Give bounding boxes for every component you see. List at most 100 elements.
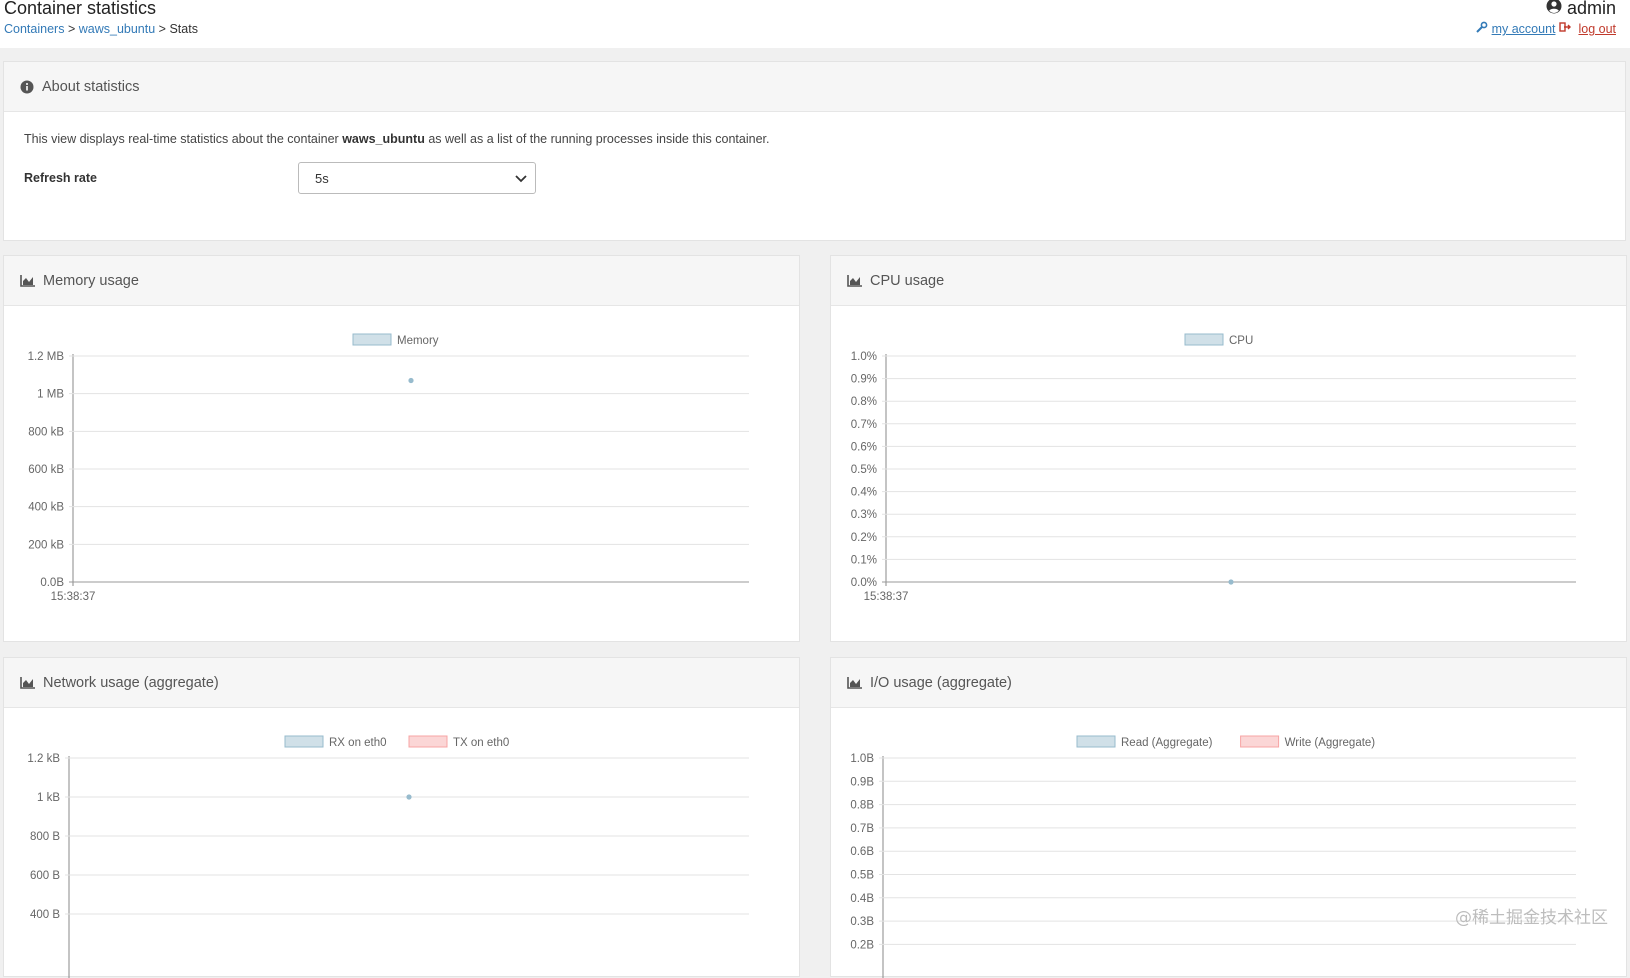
refresh-rate-label: Refresh rate [24,171,97,185]
legend-swatch [408,735,448,748]
y-tick-label: 0.7B [850,823,874,835]
description-container-name: waws_ubuntu [342,132,425,146]
y-tick-label: 600 kB [28,464,64,476]
refresh-rate-value: 5s [315,170,329,186]
legend-label: TX on eth0 [453,737,509,749]
cpu-usage-header: CPU usage [831,256,1626,306]
wrench-icon [1476,21,1491,36]
y-tick-label: 1 MB [37,389,64,401]
about-statistics-body: This view displays real-time statistics … [4,112,1625,214]
legend-label: Read (Aggregate) [1121,737,1213,749]
y-tick-label: 1.2 MB [28,351,65,363]
y-tick-label: 800 kB [28,426,64,438]
chart-legend: CPU [1184,333,1253,347]
y-tick-label: 600 B [30,870,60,882]
username-row: admin [1476,0,1616,19]
legend-label: Memory [397,335,439,347]
memory-usage-panel: Memory usage Memory 0.0B 200 kB 400 kB 600 k… [3,255,800,642]
description-text: as well as a list of the running process… [424,132,770,146]
legend-label: RX on eth0 [329,737,387,749]
y-tick-label: 0.9% [851,374,877,386]
about-statistics-panel: About statistics This view displays real… [3,61,1626,241]
logout-link[interactable]: log out [1578,22,1616,36]
y-tick-label: 0.8B [850,800,874,812]
y-tick-label: 0.9B [850,776,874,788]
legend-swatch [1076,735,1116,748]
y-tick-label: 0.6B [850,846,874,858]
io-usage-panel: I/O usage (aggregate) Read (Aggregate) Wr… [830,657,1627,978]
y-tick-label: 800 B [30,831,60,843]
y-tick-label: 1.0B [850,753,874,765]
area-chart-icon [20,274,35,287]
network-usage-header: Network usage (aggregate) [4,658,799,708]
legend-swatch [352,333,392,346]
io-usage-header: I/O usage (aggregate) [831,658,1626,708]
y-tick-label: 200 kB [28,539,64,551]
y-tick-label: 0.0% [851,577,877,589]
about-statistics-title: About statistics [42,78,140,95]
refresh-rate-select[interactable]: 5s [298,162,536,194]
y-tick-label: 1 kB [37,792,60,804]
about-statistics-header: About statistics [4,62,1625,112]
chevron-down-icon [515,171,527,186]
info-circle-icon [20,80,34,94]
y-tick-label: 0.5% [851,464,877,476]
breadcrumb-containers-link[interactable]: Containers [4,22,64,36]
breadcrumb: Containers > waws_ubuntu > Stats [4,22,198,36]
breadcrumb-separator: > [67,22,76,36]
description-text: This view displays real-time statistics … [24,132,343,146]
area-chart-icon [20,676,35,689]
y-tick-label: 0.5B [850,870,874,882]
data-point [406,794,412,800]
y-tick-label: 0.7% [851,419,877,431]
user-block: admin my account log out [1476,0,1616,36]
area-chart-icon [847,274,862,287]
breadcrumb-separator: > [158,22,166,36]
legend-label: Write (Aggregate) [1285,737,1376,749]
cpu-usage-panel: CPU usage CPU 0.0% 0.1% 0.2% 0.3% 0.4% 0.5% 0.6… [830,255,1627,642]
breadcrumb-current: Stats [169,22,198,36]
y-tick-label: 0.4B [850,893,874,905]
logout-icon [1559,22,1574,36]
my-account-link[interactable]: my account [1492,22,1556,36]
data-point [1228,579,1234,585]
x-tick-label: 15:38:37 [864,591,909,603]
legend-swatch [1184,333,1224,346]
io-usage-title: I/O usage (aggregate) [870,674,1012,691]
memory-usage-chart: Memory 0.0B 200 kB 400 kB 600 kB 800 kB 1 MB 1.… [28,333,749,603]
legend-swatch [1240,735,1280,748]
user-links: my account log out [1476,21,1616,36]
chart-legend: Read (Aggregate) Write (Aggregate) [1076,735,1376,749]
x-tick-label: 15:38:37 [51,591,96,603]
chart-legend: Memory [352,333,439,347]
y-tick-label: 0.0B [40,577,64,589]
memory-usage-title: Memory usage [43,272,139,289]
y-tick-label: 400 kB [28,502,64,514]
about-description: This view displays real-time statistics … [24,132,1605,146]
breadcrumb-container-link[interactable]: waws_ubuntu [79,22,155,36]
y-tick-label: 0.8% [851,396,877,408]
network-usage-title: Network usage (aggregate) [43,674,219,691]
area-chart-icon [847,676,862,689]
y-tick-label: 0.1% [851,554,877,566]
cpu-usage-title: CPU usage [870,272,945,289]
network-usage-panel: Network usage (aggregate) RX on eth0 TX o… [3,657,800,978]
network-usage-chart: RX on eth0 TX on eth0 400 B 600 B 800 B 1 kB 1… [27,735,749,978]
refresh-rate-row: Refresh rate 5s [24,162,1605,194]
y-tick-label: 0.2% [851,532,877,544]
cpu-usage-chart: CPU 0.0% 0.1% 0.2% 0.3% 0.4% 0.5% 0.6% 0.7% 0.8% 0… [851,333,1576,603]
top-bar: Container statistics Containers > waws_u… [0,0,1630,48]
y-tick-label: 400 B [30,909,60,921]
y-tick-label: 0.3B [850,916,874,928]
io-usage-chart: Read (Aggregate) Write (Aggregate)0.2B0.3… [850,735,1576,978]
chart-legend: RX on eth0 TX on eth0 [284,735,509,749]
legend-label: CPU [1229,335,1253,347]
y-tick-label: 1.0% [851,351,877,363]
page-title: Container statistics [4,0,157,18]
username: admin [1566,0,1616,18]
data-point [408,377,414,384]
y-tick-label: 0.3% [851,509,877,521]
user-circle-icon [1546,0,1562,19]
watermark: @稀土掘金技术社区 [1455,908,1608,928]
y-tick-label: 0.4% [851,487,877,499]
